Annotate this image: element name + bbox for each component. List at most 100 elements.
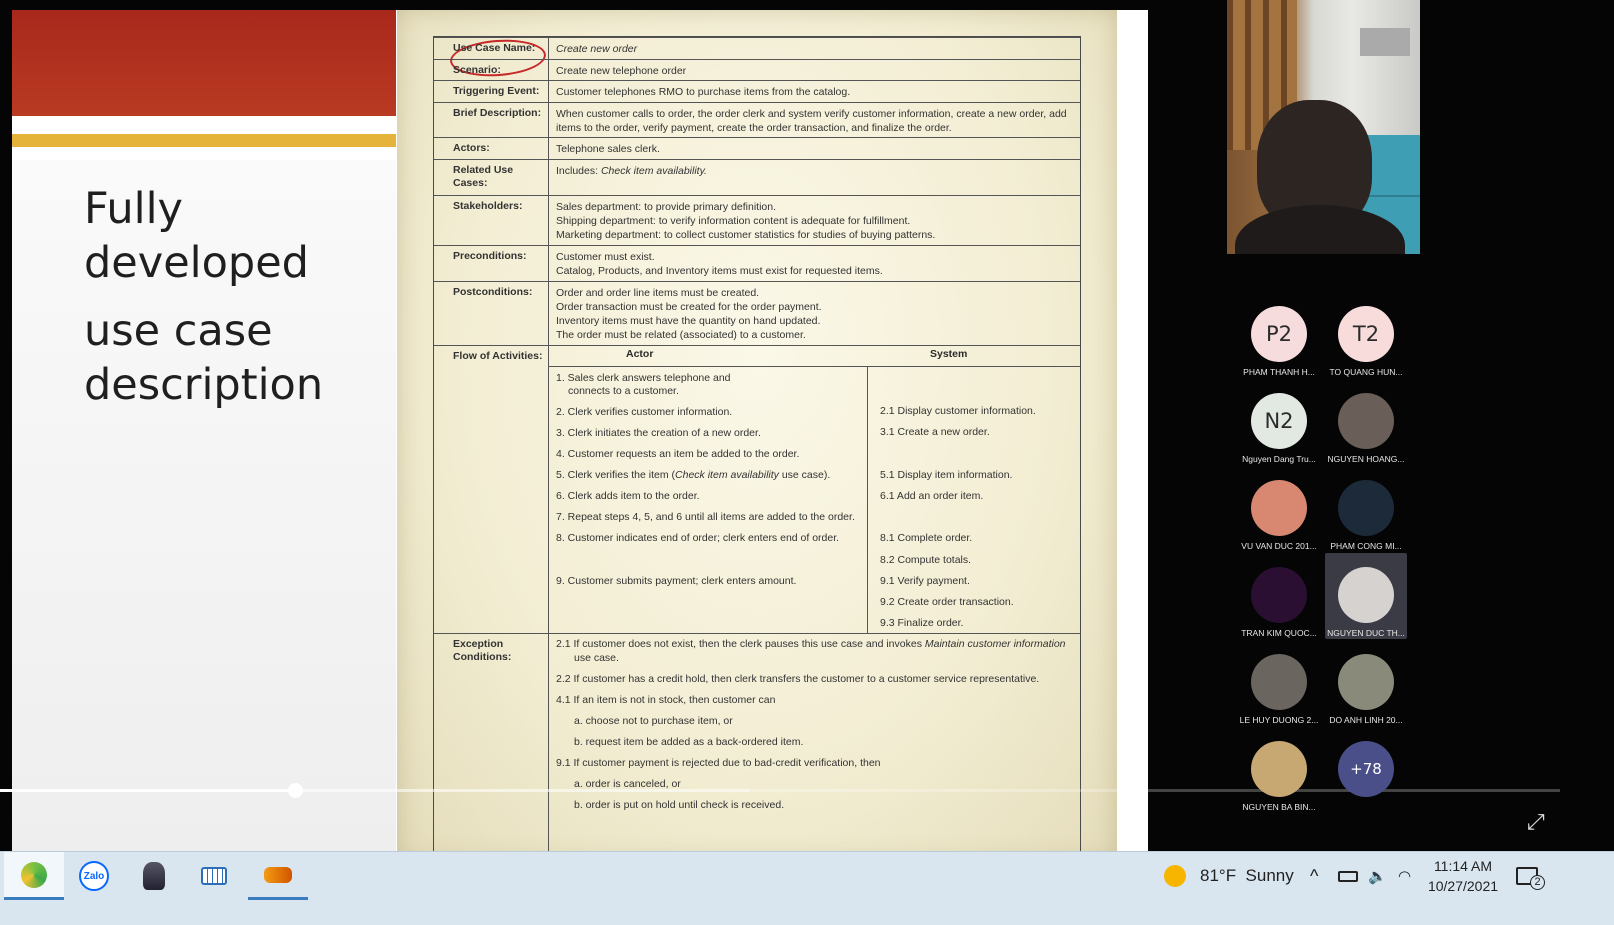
postcondition-line: The order must be related (associated) t… [556,329,806,341]
participant-name: NGUYEN DUC TH... [1327,628,1405,638]
sun-icon [1164,865,1186,887]
shared-slide: Fully developed use case description Use… [12,10,1148,862]
avatar: P2 [1251,306,1307,362]
participant-name: DO ANH LINH 20... [1329,715,1403,725]
zalo-app[interactable]: Zalo [64,852,124,900]
keyboard-app[interactable] [184,852,244,900]
system-header: System [930,348,968,360]
postcondition-line: Order and order line items must be creat… [556,287,760,299]
participant-name: PHAM CONG MI... [1330,541,1402,551]
system-step: 3.1 Create a new order. [880,426,990,438]
ultraviewer-icon [143,862,165,890]
slide-red-band [12,10,396,116]
exception-line: 2.1 If customer does not exist, then the… [556,638,1066,651]
value: Includes: Check item availability. [556,164,1070,178]
participant-tile[interactable]: VU VAN DUC 201... [1238,480,1320,551]
clock-time: 11:14 AM [1433,858,1493,874]
system-step: 2.1 Display customer information. [880,405,1036,417]
presenter-video[interactable] [1227,0,1420,254]
ultraviewer-app[interactable] [124,852,184,900]
avatar [1251,480,1307,536]
participant-tile[interactable]: LE HUY DUONG 2... [1238,654,1320,725]
participant-tile[interactable]: NGUYEN DUC TH... [1325,553,1407,639]
avatar: N2 [1251,393,1307,449]
slide-title-line: developed [84,238,309,288]
system-step: 8.1 Complete order. [880,532,973,544]
row-scenario: Scenario: Create new telephone order [434,59,1080,80]
row-related: Related Use Cases: Includes: Check item … [434,159,1080,195]
weather-widget[interactable]: 81°F Sunny [1164,852,1294,900]
participant-name: PHAM THANH H... [1243,367,1315,377]
participant-tile[interactable]: +78 [1325,741,1407,802]
avatar: T2 [1338,306,1394,362]
row-trigger: Triggering Event: Customer telephones RM… [434,80,1080,102]
system-step: 8.2 Compute totals. [880,554,972,566]
expand-icon[interactable]: ⤢ [1527,810,1551,834]
actor-header: Actor [626,348,654,360]
row-postconditions: Postconditions: Order and order line ite… [434,281,1080,345]
avatar [1251,741,1307,797]
slide-title: Fully developed use case description [84,182,384,412]
system-step: 9.3 Finalize order. [880,617,964,629]
exception-line: 9.1 If customer payment is rejected due … [556,757,881,769]
stakeholder-line: Shipping department: to verify informati… [556,215,911,227]
row-brief: Brief Description: When customer calls t… [434,102,1080,137]
avatar [1338,567,1394,623]
label: Stakeholders: [453,200,523,212]
participant-name: Nguyen Dang Tru... [1242,454,1316,464]
stakeholder-line: Sales department: to provide primary def… [556,201,777,213]
row-flow: Flow of Activities: Actor System 1. Sale… [434,345,1080,633]
value: When customer calls to order, the order … [556,108,1067,134]
exception-line: 2.2 If customer has a credit hold, then … [556,673,1040,685]
coccoc-icon [21,861,47,888]
value: Order and order line items must be creat… [556,286,1070,342]
exception-line: b. order is put on hold until check is r… [574,799,785,811]
game-app[interactable] [248,852,308,900]
value: Sales department: to provide primary def… [556,200,1070,242]
participant-tile[interactable]: NGUYEN BA BIN... [1238,741,1320,812]
slide-gold-bar [12,134,396,147]
battery-icon[interactable] [1338,852,1358,900]
exception-line: b. request item be added as a back-order… [574,736,804,748]
precondition-line: Catalog, Products, and Inventory items m… [556,265,883,277]
scanned-document: Use Case Name: Create new order Scenario… [397,10,1117,862]
label: Actors: [453,142,490,154]
keyboard-icon [201,867,227,885]
participant-tile[interactable]: NGUYEN HOANG... [1325,393,1407,464]
notifications-button[interactable]: 2 [1516,852,1553,900]
participant-tile[interactable]: TRAN KIM QUOC... [1238,567,1320,638]
game-icon [264,866,292,883]
value: Customer telephones RMO to purchase item… [556,86,851,98]
use-case-table: Use Case Name: Create new order Scenario… [433,36,1081,852]
row-use-case-name: Use Case Name: Create new order [434,36,1080,80]
participant-tile[interactable]: P2 PHAM THANH H... [1238,306,1320,377]
avatar [1338,654,1394,710]
actor-step: 4. Customer requests an item be added to… [556,448,800,460]
value: Create new order [556,43,638,55]
speaker-icon[interactable]: 🔈 [1368,852,1387,900]
participant-tile[interactable]: N2 Nguyen Dang Tru... [1238,393,1320,464]
coccoc-app[interactable] [4,852,64,900]
value: Telephone sales clerk. [556,143,660,155]
actor-step: 6. Clerk adds item to the order. [556,490,700,502]
participant-tile[interactable]: DO ANH LINH 20... [1325,654,1407,725]
value: Create new telephone order [556,65,687,77]
slide-title-line: description [84,360,324,410]
actor-step-text: use case). [778,469,831,481]
wifi-icon[interactable]: ◠ [1398,852,1411,900]
exception-line: a. choose not to purchase item, or [574,715,733,727]
flow-column-divider [867,366,868,633]
clock-date: 10/27/2021 [1427,878,1499,894]
meeting-screen: Fully developed use case description Use… [0,0,1614,925]
participant-tile[interactable]: T2 TO QUANG HUN... [1325,306,1407,377]
notification-count: 2 [1530,874,1545,890]
related-prefix: Includes: [556,165,601,177]
clock[interactable]: 11:14 AM 10/27/2021 [1422,852,1504,900]
avatar [1251,654,1307,710]
participant-name: VU VAN DUC 201... [1241,541,1317,551]
actor-step: 7. Repeat steps 4, 5, and 6 until all it… [556,511,855,523]
label: Related Use Cases: [453,164,514,189]
chevron-up-icon[interactable]: ^ [1310,852,1318,900]
participant-tile[interactable]: PHAM CONG MI... [1325,480,1407,551]
avatar: +78 [1338,741,1394,797]
